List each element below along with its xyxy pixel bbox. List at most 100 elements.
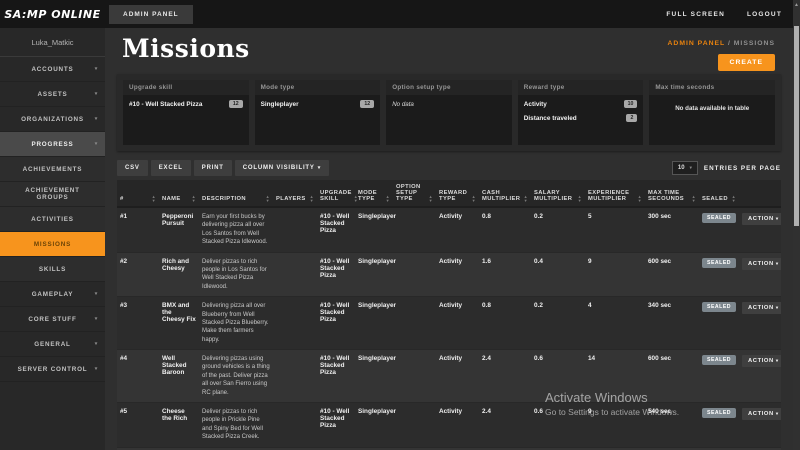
col-header-#[interactable]: #▲▼	[117, 180, 159, 207]
full-screen-link[interactable]: FULL SCREEN	[666, 11, 725, 18]
chevron-down-icon: ▾	[95, 116, 98, 122]
sort-arrows-icon[interactable]: ▲▼	[732, 195, 736, 202]
col-header-inner: CASH MULTIPLIER▲▼	[482, 190, 528, 202]
vertical-scrollbar[interactable]: ▲	[793, 0, 800, 450]
sort-arrows-icon[interactable]: ▲▼	[472, 195, 476, 202]
filter-option-text: Singleplayer	[261, 101, 299, 108]
sidebar-item-general[interactable]: GENERAL▾	[0, 332, 105, 357]
column-visibility-button[interactable]: COLUMN VISIBILITY▾	[235, 160, 329, 176]
chevron-down-icon: ▾	[95, 66, 98, 72]
col-header-experience-multiplier[interactable]: EXPERIENCE MULTIPLIER▲▼	[585, 180, 645, 207]
logout-link[interactable]: LOGOUT	[747, 11, 782, 18]
mission-description: Delivering pizza all over Blueberry from…	[202, 302, 270, 344]
action-button-label: ACTION	[748, 216, 774, 222]
action-button[interactable]: ACTION▾	[742, 258, 781, 270]
filter-box-label: Max time seconds	[649, 80, 775, 95]
sidebar-item-skills[interactable]: SKILLS	[0, 257, 105, 282]
sort-arrows-icon[interactable]: ▲▼	[429, 195, 433, 202]
breadcrumb-admin-panel[interactable]: ADMIN PANEL	[668, 40, 726, 47]
cell-description: Deliver pizzas to rich people in Los San…	[199, 252, 273, 297]
sort-arrows-icon[interactable]: ▲▼	[266, 195, 270, 202]
filter-option[interactable]: Distance traveled2	[518, 111, 644, 125]
sort-arrows-icon[interactable]: ▲▼	[152, 195, 156, 202]
col-header-label: PLAYERS	[276, 196, 306, 202]
filter-box-body: Singleplayer12	[255, 95, 381, 145]
col-header-cash-multiplier[interactable]: CASH MULTIPLIER▲▼	[479, 180, 531, 207]
col-header-inner: OPTION SETUP TYPE▲▼	[396, 184, 433, 202]
sidebar-item-organizations[interactable]: ORGANIZATIONS▾	[0, 107, 105, 132]
excel-button[interactable]: EXCEL	[151, 160, 191, 176]
sidebar-item-server-control[interactable]: SERVER CONTROL▾	[0, 357, 105, 382]
col-header-label: EXPERIENCE MULTIPLIER	[588, 190, 636, 202]
sidebar-item-achievement-groups[interactable]: ACHIEVEMENT GROUPS	[0, 182, 105, 207]
col-header-inner: UPGRADE SKILL▲▼	[320, 190, 352, 202]
sidebar-item-core-stuff[interactable]: CORE STUFF▾	[0, 307, 105, 332]
entries-per-page-value: 10	[678, 165, 685, 171]
col-header-description[interactable]: DESCRIPTION ▲▼	[199, 180, 273, 207]
cell-experience-multiplier: 4	[585, 297, 645, 350]
col-header-inner: DESCRIPTION ▲▼	[202, 195, 270, 202]
cell-sealed: SEALED	[699, 297, 739, 350]
col-header-players[interactable]: PLAYERS ▲▼	[273, 180, 317, 207]
col-header-label: DESCRIPTION	[202, 196, 246, 202]
cell-option-setup-type	[393, 403, 436, 448]
cell-option-setup-type	[393, 350, 436, 403]
sort-arrows-icon[interactable]: ▲▼	[386, 195, 390, 202]
sidebar-item-progress[interactable]: PROGRESS▾	[0, 132, 105, 157]
filter-empty-text: No data available in table	[649, 97, 775, 116]
col-header-max-time-secounds[interactable]: MAX TIME SECOUNDS▲▼	[645, 180, 699, 207]
filter-option[interactable]: Singleplayer12	[255, 97, 381, 111]
sidebar-item-activities[interactable]: ACTIVITIES	[0, 207, 105, 232]
sort-arrows-icon[interactable]: ▲▼	[524, 195, 528, 202]
table-row: #5Cheese the RichDeliver pizzas to rich …	[117, 403, 781, 448]
scrollbar-thumb[interactable]	[794, 26, 799, 226]
cell-action: ACTION▾	[739, 252, 781, 297]
action-button[interactable]: ACTION▾	[742, 408, 781, 420]
col-header-label: UPGRADE SKILL	[320, 190, 352, 202]
cell-mode-type: Singleplayer	[355, 350, 393, 403]
col-header-actions	[739, 180, 781, 207]
print-button[interactable]: PRINT	[194, 160, 232, 176]
col-header-name[interactable]: NAME▲▼	[159, 180, 199, 207]
cell-name: BMX and the Cheesy Fix	[159, 297, 199, 350]
sort-arrows-icon[interactable]: ▲▼	[692, 195, 696, 202]
sidebar-item-achievements[interactable]: ACHIEVEMENTS	[0, 157, 105, 182]
main-content: Missions ADMIN PANEL / MISSIONS CREATE U…	[105, 28, 793, 450]
admin-panel-button[interactable]: ADMIN PANEL	[109, 5, 193, 24]
sidebar-item-missions[interactable]: MISSIONS	[0, 232, 105, 257]
sort-arrows-icon[interactable]: ▲▼	[578, 195, 582, 202]
col-header-reward-type[interactable]: REWARD TYPE▲▼	[436, 180, 479, 207]
filter-option[interactable]: #10 - Well Stacked Pizza12	[123, 97, 249, 111]
cell-name: Rich and Cheesy	[159, 252, 199, 297]
sidebar-item-gameplay[interactable]: GAMEPLAY▾	[0, 282, 105, 307]
create-button[interactable]: CREATE	[718, 54, 775, 71]
col-header-option-setup-type[interactable]: OPTION SETUP TYPE▲▼	[393, 180, 436, 207]
filter-box-option-setup-type: Option setup typeNo data	[386, 80, 512, 145]
cell-reward-type: Activity	[436, 403, 479, 448]
sidebar-item-accounts[interactable]: ACCOUNTS▾	[0, 57, 105, 82]
col-header-mode-type[interactable]: MODE TYPE▲▼	[355, 180, 393, 207]
sidebar-item-assets[interactable]: ASSETS▾	[0, 82, 105, 107]
chevron-down-icon: ▾	[776, 261, 779, 266]
col-header-label: OPTION SETUP TYPE	[396, 184, 427, 202]
action-button[interactable]: ACTION▾	[742, 302, 781, 314]
filter-box-label: Option setup type	[386, 80, 512, 95]
col-header-sealed[interactable]: SEALED▲▼	[699, 180, 739, 207]
entries-per-page-select[interactable]: 10 ▾	[672, 161, 698, 175]
action-button[interactable]: ACTION▾	[742, 213, 781, 225]
col-header-upgrade-skill[interactable]: UPGRADE SKILL▲▼	[317, 180, 355, 207]
col-header-label: MAX TIME SECOUNDS	[648, 190, 690, 202]
cell-players	[273, 252, 317, 297]
action-button[interactable]: ACTION▾	[742, 355, 781, 367]
col-header-salary-multiplier[interactable]: SALARY MULTIPLIER▲▼	[531, 180, 585, 207]
sealed-badge: SEALED	[702, 258, 736, 268]
csv-button[interactable]: CSV	[117, 160, 148, 176]
sort-arrows-icon[interactable]: ▲▼	[192, 195, 196, 202]
sort-arrows-icon[interactable]: ▲▼	[638, 195, 642, 202]
sidebar-item-label: SERVER CONTROL	[18, 366, 88, 373]
sort-arrows-icon[interactable]: ▲▼	[310, 195, 314, 202]
filter-option[interactable]: Activity10	[518, 97, 644, 111]
sidebar-username: Luka_Matkic	[0, 28, 105, 57]
breadcrumb: ADMIN PANEL / MISSIONS	[668, 40, 775, 47]
scrollbar-up-arrow-icon[interactable]: ▲	[793, 0, 800, 8]
